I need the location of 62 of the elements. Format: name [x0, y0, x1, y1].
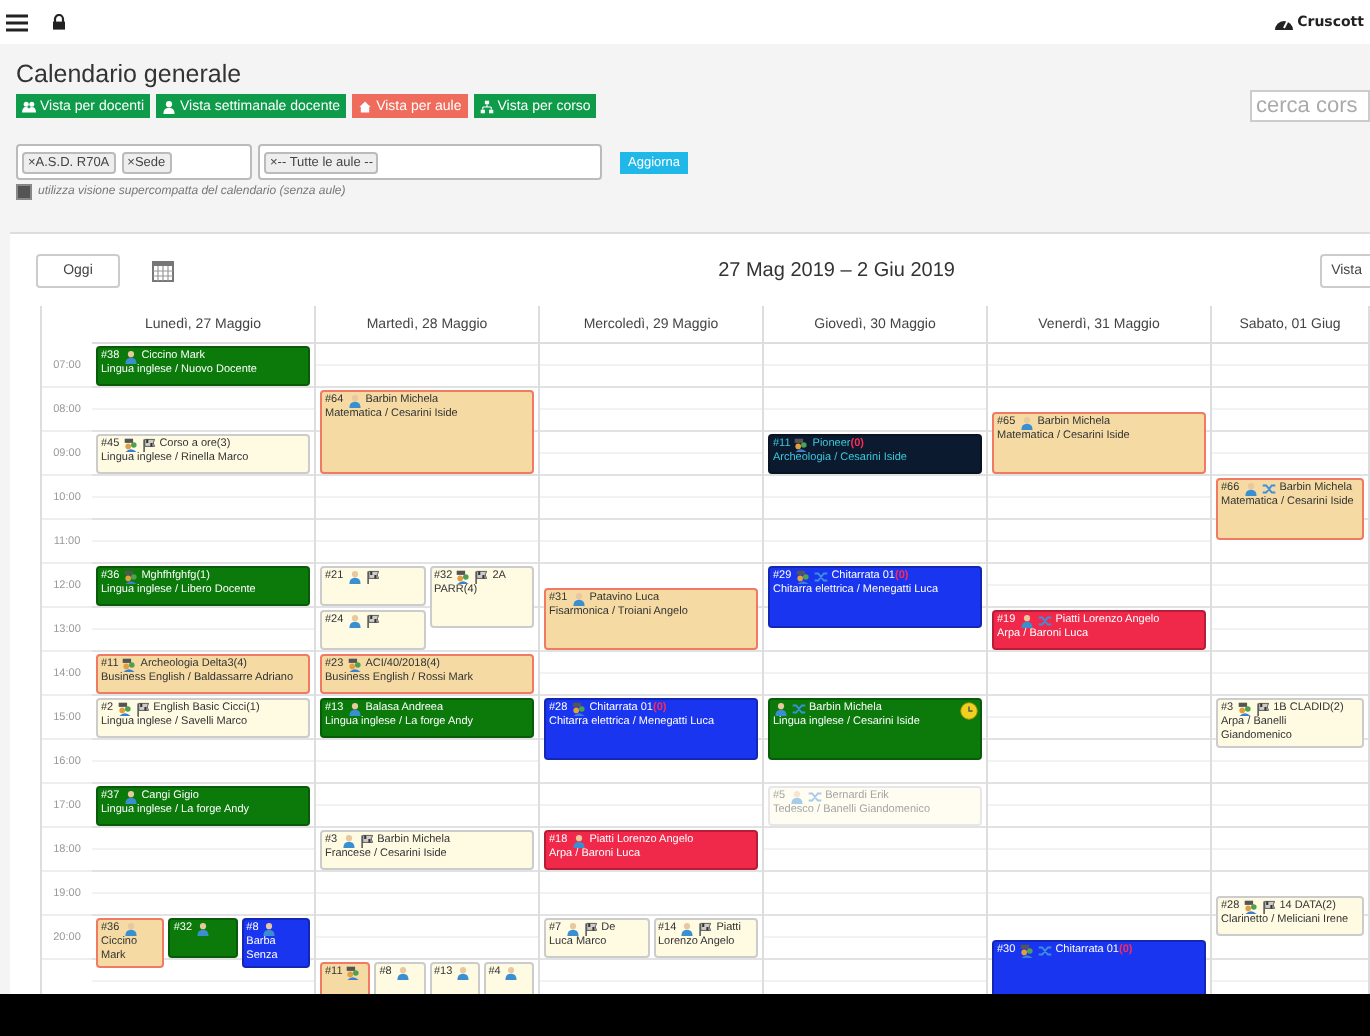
shuffle-icon	[813, 570, 828, 584]
person-icon	[123, 350, 138, 364]
checkered-flag-icon	[359, 834, 374, 848]
person-icon	[1019, 416, 1034, 430]
person-icon	[123, 922, 138, 936]
lock-icon[interactable]	[52, 14, 66, 30]
checkered-flag-icon	[365, 614, 380, 628]
person-icon	[1243, 482, 1258, 496]
checkered-flag-icon	[698, 922, 713, 936]
checkered-flag-icon	[1261, 900, 1276, 914]
group-icon	[456, 570, 471, 584]
person-icon	[347, 394, 362, 408]
group-icon	[122, 658, 137, 672]
person-icon	[571, 592, 586, 606]
shuffle-icon	[1037, 944, 1052, 958]
person-icon	[789, 790, 804, 804]
checkered-flag-icon	[141, 438, 156, 452]
person-icon	[262, 922, 277, 936]
person-icon	[162, 99, 177, 113]
person-icon	[680, 922, 695, 936]
group-icon	[22, 99, 36, 113]
shuffle-icon	[807, 790, 822, 804]
search-field[interactable]: cerca cors	[1250, 90, 1370, 122]
group-icon	[123, 438, 138, 452]
person-icon	[341, 834, 356, 848]
sitemap-icon	[479, 99, 494, 113]
shuffle-icon	[1037, 614, 1052, 628]
person-icon	[773, 702, 787, 716]
person-icon	[504, 966, 519, 980]
person-icon	[565, 922, 580, 936]
group-icon	[347, 658, 362, 672]
menu-icon[interactable]	[6, 13, 28, 31]
page-title: Calendario generale	[16, 60, 244, 88]
calendar-icon[interactable]	[152, 259, 174, 281]
person-icon	[196, 922, 211, 936]
group-icon	[1237, 702, 1252, 716]
house-icon	[358, 99, 373, 113]
checkered-flag-icon	[365, 570, 380, 584]
checkered-flag-icon	[135, 702, 150, 716]
date-range-title: 27 Mag 2019 – 2 Giu 2019	[716, 259, 957, 281]
person-icon	[347, 614, 362, 628]
group-icon	[346, 966, 361, 980]
group-icon	[794, 438, 809, 452]
group-icon	[123, 570, 138, 584]
group-icon	[1243, 900, 1258, 914]
checkered-flag-icon	[1255, 702, 1270, 716]
person-icon	[347, 570, 362, 584]
checkered-flag-icon	[583, 922, 598, 936]
checkered-flag-icon	[474, 570, 489, 584]
shuffle-icon	[1261, 482, 1276, 496]
group-icon	[571, 702, 586, 716]
checkbox[interactable]	[16, 184, 32, 200]
group-icon	[795, 570, 810, 584]
person-icon	[456, 966, 471, 980]
person-icon	[347, 702, 362, 716]
person-icon	[395, 966, 410, 980]
group-icon	[117, 702, 132, 716]
person-icon	[123, 790, 138, 804]
group-icon	[1019, 944, 1034, 958]
person-icon	[571, 834, 586, 848]
shuffle-icon	[791, 702, 805, 716]
person-icon	[1019, 614, 1034, 628]
